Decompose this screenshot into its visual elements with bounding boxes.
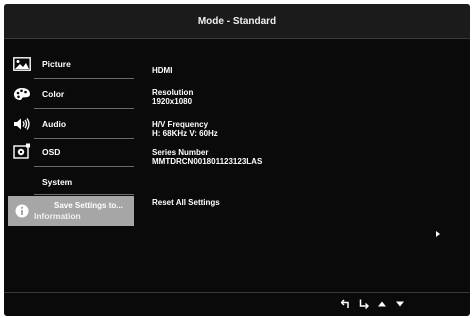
divider <box>34 78 134 79</box>
footer-divider <box>4 292 470 293</box>
back-icon[interactable] <box>340 298 352 310</box>
sidebar-item-color[interactable]: Color <box>8 80 134 108</box>
palette-icon <box>12 84 32 104</box>
sidebar-item-label: OSD <box>42 147 61 157</box>
sidebar-item-label: System <box>42 177 73 187</box>
divider <box>34 166 134 167</box>
mode-title: Mode - Standard <box>197 15 277 27</box>
sidebar-item-picture[interactable]: Picture <box>8 50 134 78</box>
serial-value: MMTDRCN001801123123LAS <box>152 157 263 166</box>
sidebar-item-label: Picture <box>42 59 71 69</box>
save-settings-label: Save Settings to... <box>54 201 123 210</box>
sidebar-item-label: Information <box>34 211 81 221</box>
divider <box>34 194 134 195</box>
frequency-value: H: 68KHz V: 60Hz <box>152 129 218 138</box>
resolution-value: 1920x1080 <box>152 97 193 106</box>
up-icon[interactable] <box>376 298 388 310</box>
footer-controls <box>340 297 406 311</box>
osd-gear-icon <box>12 142 32 162</box>
enter-icon[interactable] <box>358 298 370 310</box>
osd-window: Mode - Standard Picture Color Audio OSD … <box>4 4 470 316</box>
speaker-icon <box>12 114 32 134</box>
sidebar-item-information[interactable]: Save Settings to... Information <box>8 196 134 226</box>
reset-all-settings[interactable]: Reset All Settings <box>152 198 220 208</box>
info-icon <box>12 201 32 221</box>
sidebar-item-audio[interactable]: Audio <box>8 110 134 138</box>
sidebar-item-osd[interactable]: OSD <box>8 138 134 166</box>
down-icon[interactable] <box>394 298 406 310</box>
divider <box>34 108 134 109</box>
input-source: HDMI <box>152 66 173 75</box>
sidebar-item-label: Color <box>42 89 65 99</box>
picture-icon <box>12 54 32 74</box>
header-bar: Mode - Standard <box>4 4 470 39</box>
sidebar-item-system[interactable]: System <box>8 168 134 196</box>
arrow-right-icon[interactable] <box>436 231 440 237</box>
sidebar-item-label: Audio <box>42 119 67 129</box>
